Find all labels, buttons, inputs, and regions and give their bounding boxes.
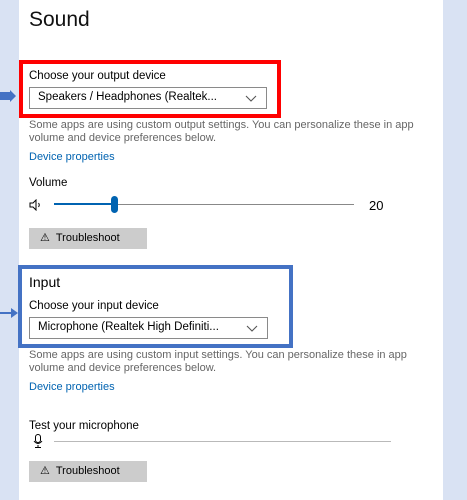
input-troubleshoot-button[interactable]: ⚠ Troubleshoot: [29, 461, 147, 482]
volume-value: 20: [369, 198, 384, 213]
output-troubleshoot-button[interactable]: ⚠ Troubleshoot: [29, 228, 147, 249]
test-microphone-label: Test your microphone: [29, 420, 139, 432]
arrow-right-icon: [0, 90, 16, 102]
output-description: Some apps are using custom output settin…: [29, 119, 414, 144]
input-description: Some apps are using custom input setting…: [29, 349, 407, 374]
output-device-properties-link[interactable]: Device properties: [29, 151, 115, 163]
input-device-properties-link[interactable]: Device properties: [29, 381, 115, 393]
page-title: Sound: [29, 8, 90, 31]
volume-label: Volume: [29, 177, 68, 189]
output-troubleshoot-label: Troubleshoot: [55, 232, 120, 244]
input-troubleshoot-label: Troubleshoot: [55, 465, 120, 477]
speaker-icon[interactable]: [29, 199, 43, 211]
output-highlight-box: [19, 60, 281, 118]
microphone-icon: [33, 434, 43, 448]
warning-icon: ⚠: [40, 465, 50, 477]
microphone-level-meter: [54, 441, 391, 442]
volume-slider-thumb[interactable]: [111, 196, 118, 213]
warning-icon: ⚠: [40, 232, 50, 244]
input-highlight-box: [18, 265, 293, 348]
volume-slider-fill: [54, 203, 114, 205]
arrow-right-icon: [0, 308, 18, 318]
